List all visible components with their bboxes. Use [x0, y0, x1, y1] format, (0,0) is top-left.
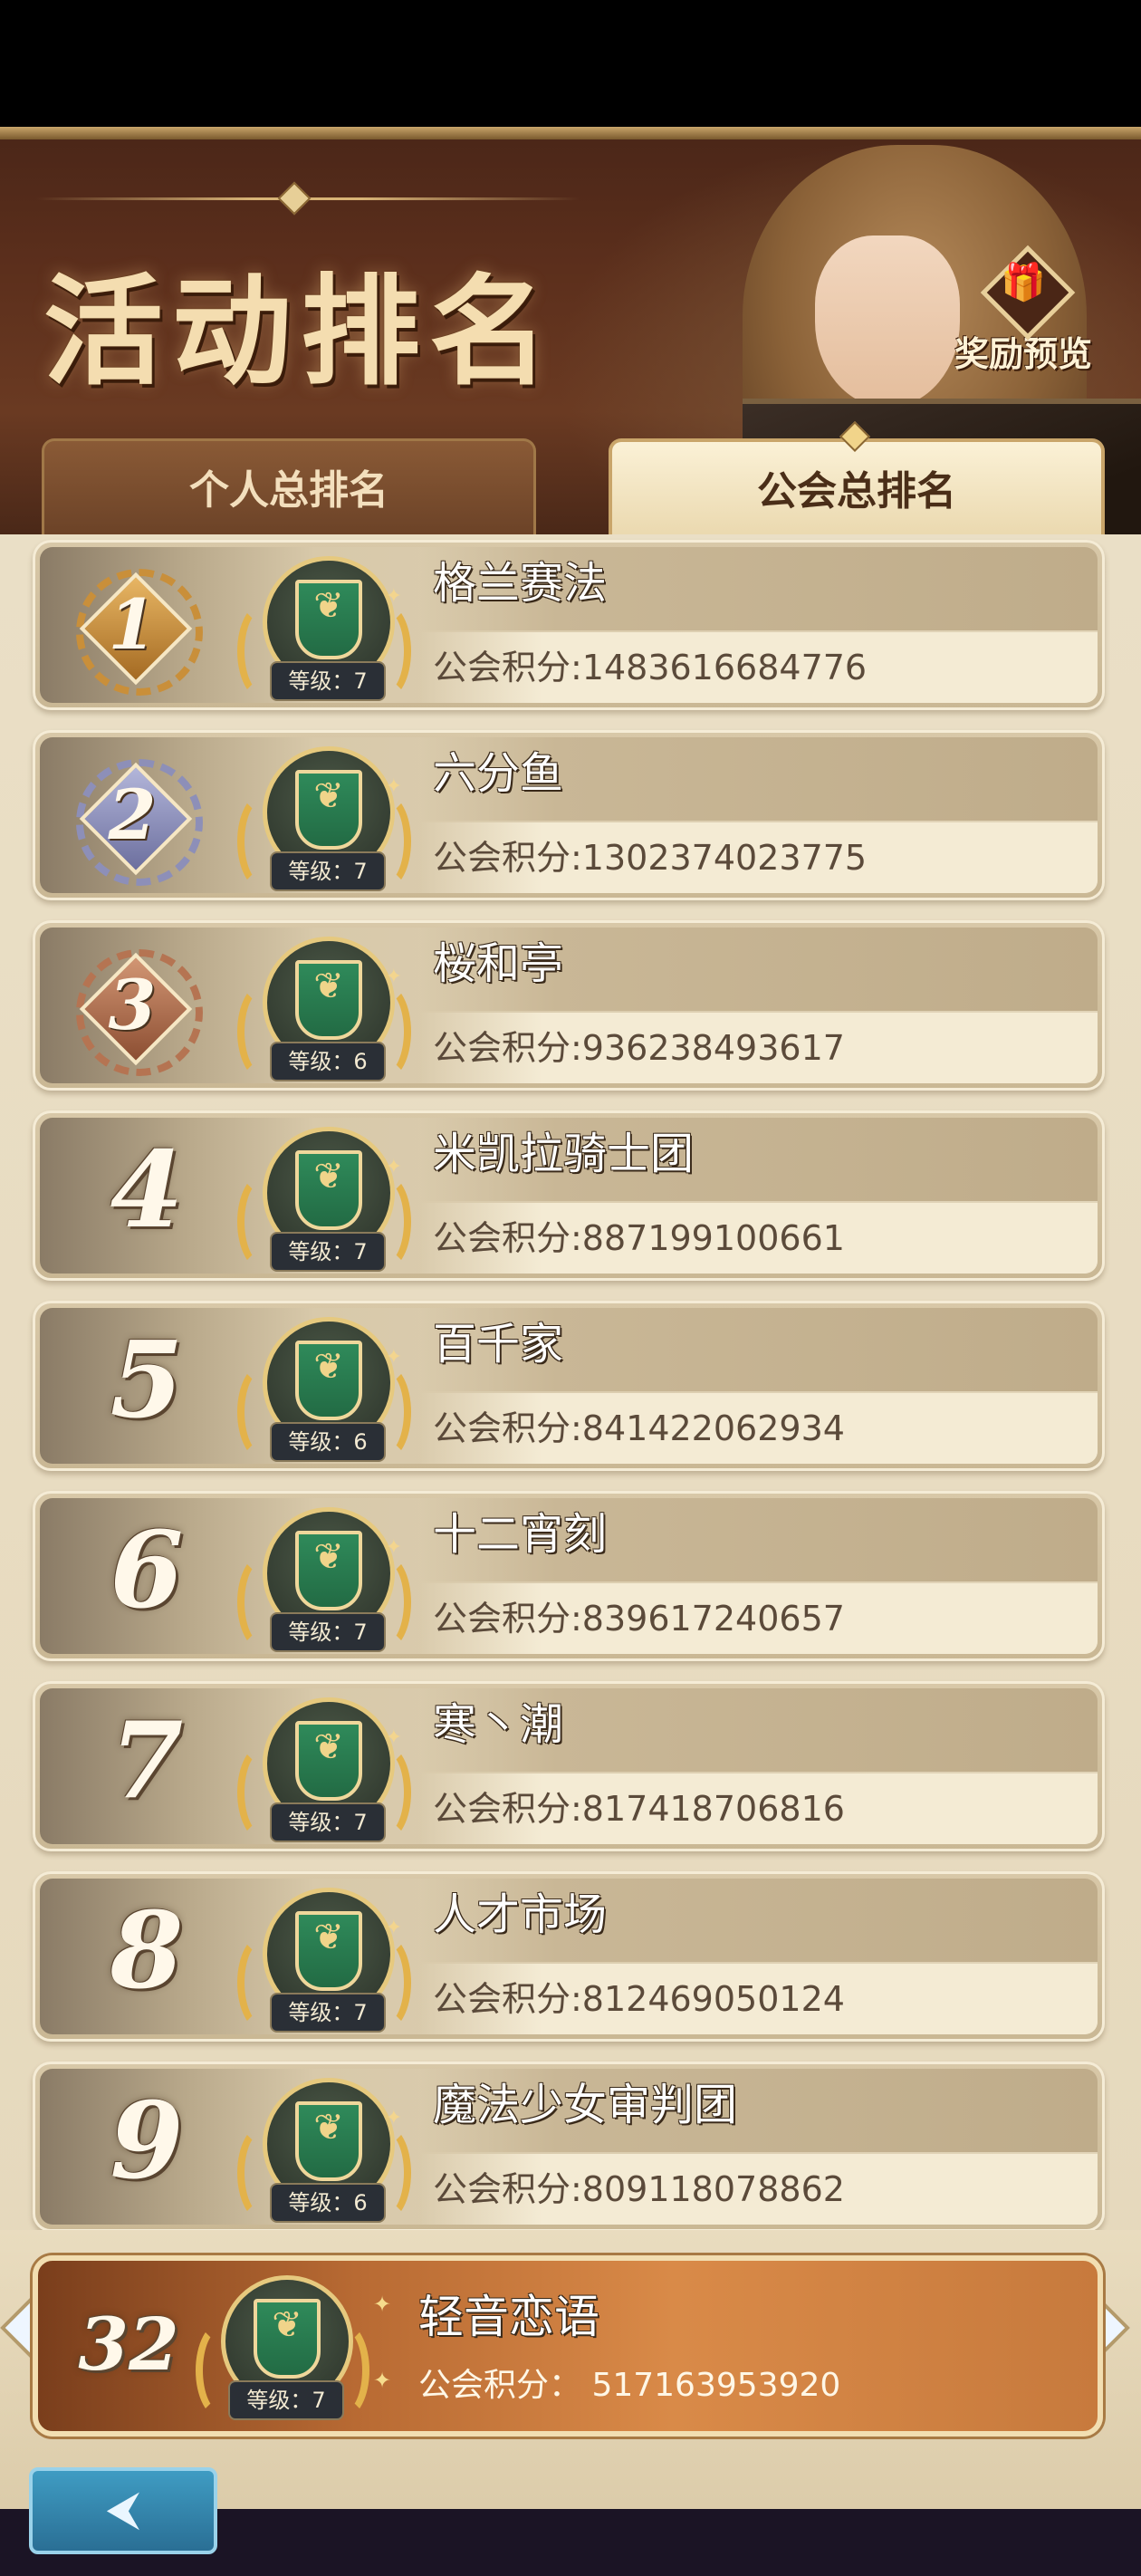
- rank-number: 4: [110, 1129, 184, 1252]
- rank-number: 8: [110, 1889, 184, 2013]
- sparkle-icon: ✦: [385, 1156, 402, 1178]
- shield-icon: ❦: [313, 1156, 344, 1197]
- shield-icon: ❦: [272, 2304, 302, 2346]
- sparkle-icon: ✦: [373, 2368, 392, 2393]
- guild-name: 桜和亭: [433, 938, 564, 989]
- guild-level-badge: 等级：7: [228, 2380, 344, 2420]
- ranking-row[interactable]: 6 ❦ ✦ 等级：7 十二宵刻 公会积分:839617240657: [33, 1491, 1105, 1661]
- ranking-row[interactable]: 2 ❦ ✦ 等级：7 六分鱼 公会积分:1302374023775: [33, 730, 1105, 900]
- guild-score: 公会积分:809118078862: [433, 2169, 845, 2209]
- guild-score: 公会积分:817418706816: [433, 1789, 845, 1829]
- guild-emblem: ❦ ✦ 等级：7: [234, 1500, 415, 1652]
- ranking-row[interactable]: 1 ❦ ✦ 等级：7 格兰赛法 公会积分:1483616684776: [33, 540, 1105, 710]
- shield-icon: ❦: [313, 1917, 344, 1958]
- shield-icon: ❦: [313, 775, 344, 817]
- header-ornament-diamond: [277, 181, 312, 216]
- tab-guild-ranking[interactable]: 公会总排名: [609, 438, 1105, 538]
- shield-icon: ❦: [313, 1726, 344, 1768]
- rank-number: 6: [110, 1509, 184, 1632]
- rank-number: 3: [108, 965, 157, 1045]
- guild-emblem: ❦ ✦ 等级：6: [234, 929, 415, 1081]
- guild-score: 公会积分:839617240657: [433, 1599, 845, 1639]
- ranking-row[interactable]: 4 ❦ ✦ 等级：7 米凯拉骑士团 公会积分:887199100661: [33, 1110, 1105, 1281]
- guild-emblem: ❦ ✦ 等级：7: [234, 1120, 415, 1272]
- sparkle-icon: ✦: [385, 966, 402, 988]
- guild-level-badge: 等级：7: [270, 1232, 386, 1272]
- rank-number: 7: [110, 1699, 184, 1822]
- gift-icon: 🎁: [980, 245, 1076, 341]
- rank-number: 2: [108, 774, 157, 855]
- guild-name: 格兰赛法: [433, 558, 608, 609]
- guild-emblem: ❦ ✦ 等级：7: [234, 549, 415, 701]
- status-bar: [0, 0, 1141, 127]
- sparkle-icon: ✦: [385, 1917, 402, 1939]
- guild-name: 魔法少女审判团: [433, 2080, 738, 2130]
- sparkle-icon: ✦: [385, 1346, 402, 1369]
- shield-icon: ❦: [313, 2107, 344, 2148]
- guild-score: 公会积分:887199100661: [433, 1218, 845, 1258]
- guild-name: 百千家: [433, 1319, 564, 1370]
- guild-level-badge: 等级：7: [270, 1993, 386, 2033]
- guild-score: 公会积分:841422062934: [433, 1408, 845, 1448]
- page-title: 活动排名: [43, 262, 558, 402]
- sparkle-icon: ✦: [373, 2292, 392, 2317]
- rank-medal-icon: 2: [76, 759, 203, 886]
- reward-preview-button[interactable]: 🎁 奖励预览: [933, 245, 1114, 389]
- my-rank-number: 32: [78, 2302, 179, 2387]
- guild-name: 寒丶潮: [433, 1699, 564, 1750]
- ranking-row[interactable]: 9 ❦ ✦ 等级：6 魔法少女审判团 公会积分:809118078862: [33, 2062, 1105, 2232]
- guild-emblem: ❦ ✦ 等级：7: [234, 1690, 415, 1842]
- rank-number: 5: [110, 1319, 184, 1442]
- sparkle-icon: ✦: [385, 1536, 402, 1559]
- guild-emblem: ❦ 等级：7: [192, 2268, 373, 2420]
- my-rank-row[interactable]: 32 ❦ 等级：7 ✦ ✦ 轻音恋语 公会积分： 517163953920: [33, 2255, 1103, 2437]
- my-guild-score: 公会积分： 517163953920: [418, 2367, 841, 2404]
- guild-score: 公会积分:1302374023775: [433, 838, 868, 878]
- guild-name: 十二宵刻: [433, 1509, 608, 1560]
- guild-level-badge: 等级：7: [270, 1802, 386, 1842]
- header-frame: [0, 127, 1141, 139]
- guild-score: 公会积分:1483616684776: [433, 648, 868, 687]
- back-arrow-icon: ⮜: [106, 2482, 140, 2536]
- sparkle-icon: ✦: [385, 775, 402, 798]
- sparkle-icon: ✦: [385, 2107, 402, 2129]
- guild-level-badge: 等级：6: [270, 1042, 386, 1081]
- ranking-row[interactable]: 3 ❦ ✦ 等级：6 桜和亭 公会积分:936238493617: [33, 920, 1105, 1091]
- guild-score: 公会积分:812469050124: [433, 1979, 845, 2019]
- shield-icon: ❦: [313, 1536, 344, 1578]
- shield-icon: ❦: [313, 966, 344, 1007]
- guild-emblem: ❦ ✦ 等级：7: [234, 739, 415, 891]
- guild-level-badge: 等级：7: [270, 661, 386, 701]
- shield-icon: ❦: [313, 1346, 344, 1388]
- rank-number: 9: [110, 2080, 184, 2203]
- rank-medal-icon: 1: [76, 569, 203, 696]
- guild-name: 米凯拉骑士团: [433, 1129, 695, 1179]
- guild-name: 人才市场: [433, 1889, 608, 1940]
- guild-emblem: ❦ ✦ 等级：6: [234, 1310, 415, 1462]
- ranking-row[interactable]: 5 ❦ ✦ 等级：6 百千家 公会积分:841422062934: [33, 1301, 1105, 1471]
- guild-score: 公会积分:936238493617: [433, 1028, 845, 1068]
- ranking-row[interactable]: 7 ❦ ✦ 等级：7 寒丶潮 公会积分:817418706816: [33, 1681, 1105, 1851]
- guild-emblem: ❦ ✦ 等级：6: [234, 2071, 415, 2223]
- guild-level-badge: 等级：6: [270, 1422, 386, 1462]
- guild-level-badge: 等级：6: [270, 2183, 386, 2223]
- guild-emblem: ❦ ✦ 等级：7: [234, 1880, 415, 2033]
- guild-level-badge: 等级：7: [270, 1612, 386, 1652]
- ranking-row[interactable]: 8 ❦ ✦ 等级：7 人才市场 公会积分:812469050124: [33, 1871, 1105, 2042]
- shield-icon: ❦: [313, 585, 344, 627]
- rank-medal-icon: 3: [76, 949, 203, 1076]
- tab-personal-ranking[interactable]: 个人总排名: [42, 438, 536, 537]
- sparkle-icon: ✦: [385, 1726, 402, 1749]
- my-guild-name: 轻音恋语: [418, 2291, 599, 2343]
- rank-number: 1: [108, 584, 157, 665]
- guild-name: 六分鱼: [433, 748, 564, 799]
- back-button[interactable]: ⮜: [29, 2467, 217, 2554]
- guild-level-badge: 等级：7: [270, 851, 386, 891]
- sparkle-icon: ✦: [385, 585, 402, 608]
